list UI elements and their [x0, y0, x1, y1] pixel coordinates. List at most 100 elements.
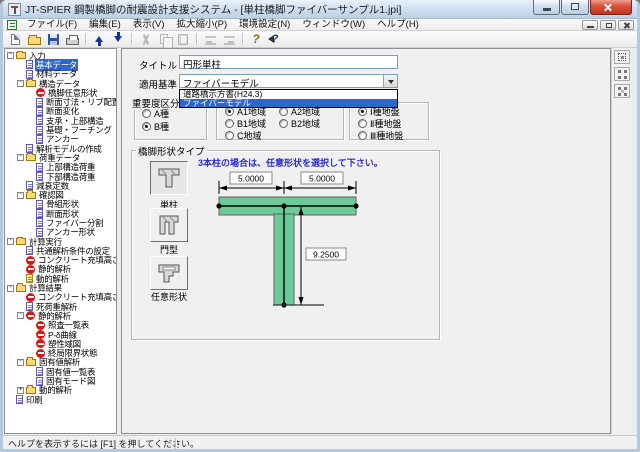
tree-indent — [5, 232, 27, 233]
help-button[interactable]: ? — [247, 32, 265, 47]
tree-indent — [5, 334, 27, 335]
tree-spacer — [27, 89, 35, 97]
tree-indent — [5, 362, 17, 363]
new-file-button[interactable] — [6, 32, 24, 47]
dropdown-option[interactable]: ファイバーモデル — [180, 99, 397, 108]
radio-region-b2[interactable]: B2地域 — [279, 117, 320, 130]
mdi-close-button[interactable] — [618, 20, 634, 30]
save-button[interactable] — [44, 32, 62, 47]
radio-region-c[interactable]: C地域 — [225, 129, 262, 142]
open-file-button[interactable] — [25, 32, 43, 47]
dim-height-value: 9.2500 — [313, 250, 339, 260]
tree-spacer — [17, 145, 25, 153]
paste-button — [174, 32, 192, 47]
status-bar: ヘルプを表示するには [F1] を押してください。 — [3, 435, 637, 450]
context-help-button[interactable]: ? — [266, 32, 284, 47]
application-window: JT-SPIER 鋼製橋脚の耐震設計支援システム - [単柱橋脚ファイバーサンプ… — [0, 0, 640, 452]
tree-indent — [5, 139, 27, 140]
zoom-out-button[interactable] — [614, 84, 630, 98]
document-icon[interactable] — [7, 20, 17, 30]
doc-icon — [36, 209, 43, 218]
standard-dropdown-list: 道路橋示方書(H24.3) ファイバーモデル — [179, 89, 398, 108]
standard-label: 適用基準 — [139, 77, 177, 91]
menu-view[interactable]: 表示(V) — [127, 19, 171, 31]
fit-view-button[interactable] — [614, 50, 630, 64]
doc-icon — [36, 228, 43, 237]
tree-spacer — [27, 377, 35, 385]
tree-indent — [5, 260, 17, 261]
paste-icon — [178, 34, 188, 45]
chevron-down-icon[interactable] — [383, 75, 397, 87]
single-pier-icon — [156, 166, 182, 190]
tree-indent — [5, 195, 17, 196]
collapse-box-icon[interactable]: - — [17, 80, 24, 87]
minimize-button[interactable] — [533, 0, 560, 15]
tree-spacer — [17, 182, 25, 190]
pier-diagram: 5.0000 5.0000 — [216, 165, 456, 323]
collapse-box-icon[interactable]: - — [7, 52, 14, 59]
tree-spacer — [27, 126, 35, 134]
radio-importance-b[interactable]: B種 — [142, 120, 169, 133]
folder-icon — [16, 238, 26, 245]
tree-spacer — [27, 98, 35, 106]
radio-icon — [225, 131, 234, 140]
tree-spacer — [27, 340, 35, 348]
folder-icon — [26, 80, 36, 87]
radio-ground-3[interactable]: Ⅲ種地盤 — [358, 129, 403, 142]
tree-spacer — [27, 349, 35, 357]
expand-box-icon[interactable]: + — [17, 387, 24, 394]
tree-indent — [5, 120, 27, 121]
doc-icon — [36, 135, 43, 144]
arbitrary-shape-button[interactable] — [150, 256, 188, 290]
collapse-box-icon[interactable]: - — [7, 285, 14, 292]
move-up-button[interactable] — [90, 32, 108, 47]
radio-importance-a[interactable]: A種 — [142, 107, 169, 120]
save-icon — [48, 34, 59, 45]
title-bar[interactable]: JT-SPIER 鋼製橋脚の耐震設計支援システム - [単柱橋脚ファイバーサンプ… — [3, 0, 637, 19]
cut-icon — [141, 34, 150, 45]
menu-help[interactable]: ヘルプ(H) — [371, 19, 425, 31]
collapse-box-icon[interactable]: - — [17, 192, 24, 199]
tree-item[interactable]: 印刷 — [5, 395, 116, 404]
move-down-button[interactable] — [109, 32, 127, 47]
insert-row-icon — [205, 36, 216, 45]
maximize-button[interactable] — [561, 0, 589, 15]
zoom-in-button[interactable] — [614, 67, 630, 81]
tree-indent — [5, 167, 27, 168]
collapse-box-icon[interactable]: - — [7, 238, 14, 245]
close-button[interactable] — [590, 0, 632, 15]
menu-settings[interactable]: 環境設定(N) — [233, 19, 296, 31]
collapse-box-icon[interactable]: - — [17, 359, 24, 366]
tree-indent — [5, 381, 27, 382]
single-pier-button[interactable] — [150, 161, 188, 195]
basic-data-form: タイトル 円形単柱 適用基準 ファイバーモデル 道路橋示方書(H24.3) ファ… — [121, 48, 611, 434]
mdi-restore-button[interactable] — [600, 20, 616, 30]
collapse-box-icon[interactable]: - — [17, 154, 24, 161]
tree-spacer — [27, 200, 35, 208]
standard-combobox[interactable]: ファイバーモデル — [179, 74, 398, 88]
ban-icon — [36, 349, 45, 358]
ban-icon — [36, 88, 45, 97]
portal-pier-button[interactable] — [150, 208, 188, 242]
tree-indent — [5, 157, 17, 158]
menu-window[interactable]: ウィンドウ(W) — [296, 19, 371, 31]
tree-indent — [5, 306, 17, 307]
tree-item[interactable]: +動的解析 — [5, 386, 116, 395]
menu-edit[interactable]: 編集(E) — [83, 19, 127, 31]
tree-indent — [5, 297, 17, 298]
arbitrary-shape-icon — [156, 261, 182, 285]
mdi-minimize-button[interactable] — [582, 20, 598, 30]
app-icon[interactable] — [8, 3, 21, 16]
tree-indent — [5, 315, 17, 316]
radio-icon — [358, 119, 367, 128]
menu-file[interactable]: ファイル(F) — [21, 19, 83, 31]
window-title: JT-SPIER 鋼製橋脚の耐震設計支援システム - [単柱橋脚ファイバーサンプ… — [25, 2, 401, 17]
tree-spacer — [27, 219, 35, 227]
status-divider — [175, 438, 176, 449]
title-input[interactable]: 円形単柱 — [179, 55, 398, 69]
ban-icon — [26, 311, 35, 320]
radio-icon — [358, 131, 367, 140]
menu-zoom[interactable]: 拡大縮小(P) — [170, 19, 233, 31]
collapse-box-icon[interactable]: - — [17, 312, 24, 319]
print-button[interactable] — [63, 32, 81, 47]
